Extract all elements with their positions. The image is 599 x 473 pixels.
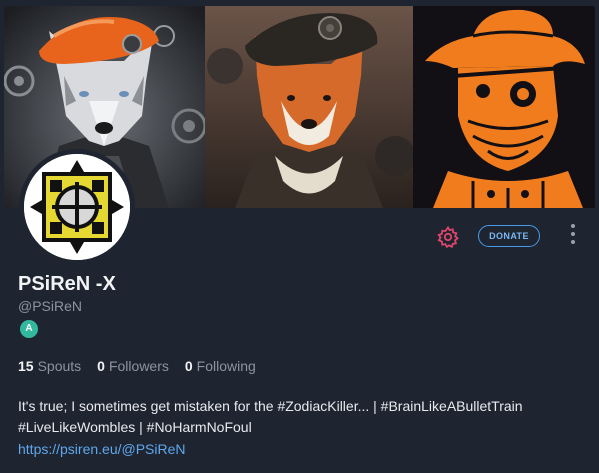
spouts-count: 15: [18, 358, 34, 374]
stat-spouts[interactable]: 15 Spouts: [18, 358, 81, 374]
banner-image-shiba: [205, 6, 413, 208]
banner-image-pirate: [413, 6, 595, 208]
account-badge: A: [20, 320, 38, 338]
stat-following[interactable]: 0 Following: [185, 358, 256, 374]
profile-avatar[interactable]: [19, 149, 135, 265]
more-options-icon[interactable]: [566, 224, 580, 248]
spouts-label: Spouts: [37, 358, 82, 374]
profile-stats: 15 Spouts 0 Followers 0 Following: [18, 358, 256, 374]
donate-button[interactable]: DONATE: [478, 225, 540, 247]
followers-count: 0: [97, 358, 105, 374]
avatar-image-emblem: [24, 154, 130, 260]
following-count: 0: [184, 358, 193, 374]
stat-followers[interactable]: 0 Followers: [97, 358, 169, 374]
profile-bio: It's true; I sometimes get mistaken for …: [18, 398, 523, 435]
followers-label: Followers: [108, 358, 169, 374]
settings-gear-icon[interactable]: [436, 225, 460, 249]
profile-display-name: PSiReN -X: [18, 273, 116, 295]
following-label: Following: [196, 358, 256, 374]
profile-handle: @PSiReN: [18, 298, 83, 314]
profile-card: DONATE PSiReN -X @PSiReN A 15 Spouts 0 Fol…: [0, 0, 599, 473]
profile-link[interactable]: https://psiren.eu/@PSiReN: [18, 441, 186, 457]
